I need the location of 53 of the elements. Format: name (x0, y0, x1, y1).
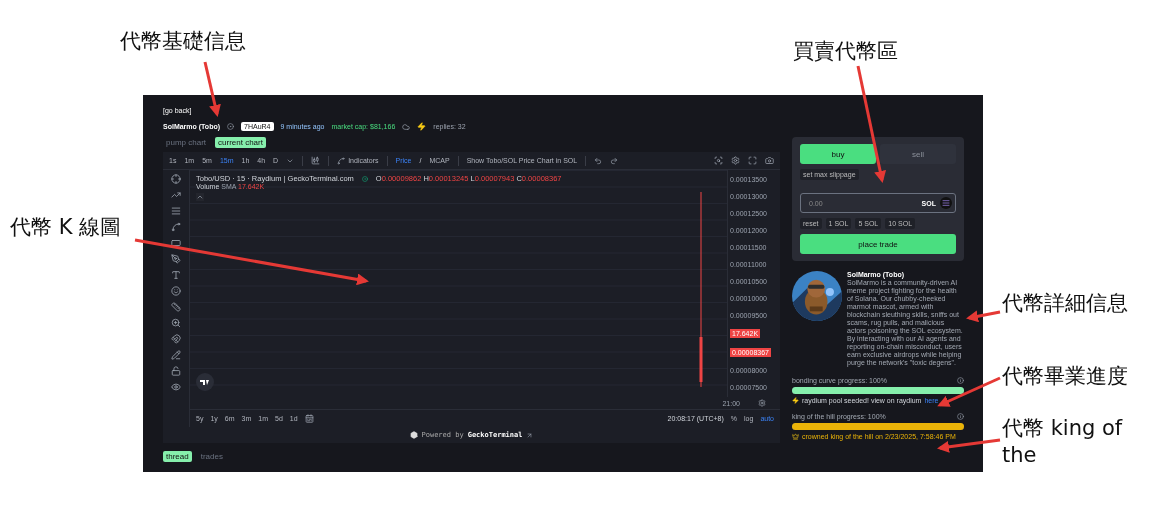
annotation-label: 代幣基礎信息 (120, 28, 246, 55)
thread-tab[interactable]: thread (163, 451, 192, 462)
chart-tab[interactable]: pump chart (163, 137, 210, 148)
pencil-icon[interactable] (171, 350, 181, 360)
solana-logo-icon (940, 197, 952, 209)
crosshair-icon[interactable] (171, 174, 181, 184)
calendar-icon[interactable] (304, 414, 314, 423)
annotation-label: 買賣代幣區 (793, 38, 898, 65)
tradingview-logo-icon (196, 373, 214, 391)
text-tool-icon[interactable] (171, 270, 181, 280)
annotation-arrow (203, 61, 221, 117)
gecko-logo-icon (409, 431, 418, 439)
annotation-label: 代幣詳細信息 (1002, 290, 1128, 317)
magnet-icon[interactable] (171, 334, 181, 344)
trade-side-tab[interactable]: buy (800, 144, 876, 164)
annotation-label: 代幣 king of the (1002, 415, 1124, 470)
unlock-icon[interactable] (171, 366, 181, 376)
annotation-label: 代幣畢業進度 (1002, 363, 1128, 390)
settings-icon[interactable] (758, 399, 766, 407)
external-link-icon[interactable] (526, 431, 534, 439)
trade-side-tab[interactable]: sell (880, 144, 956, 164)
annotation-label: 代幣 K 線圖 (10, 214, 122, 241)
place-trade-button[interactable]: place trade (800, 234, 956, 254)
annotation-arrow (937, 376, 1001, 407)
annotation-arrow (937, 438, 1001, 453)
ruler-icon[interactable] (171, 302, 181, 312)
candlestick-icon[interactable] (311, 156, 321, 165)
info-icon[interactable] (957, 412, 964, 420)
lightning-icon (792, 396, 799, 404)
crown-icon (792, 432, 799, 440)
eye-icon[interactable] (171, 382, 181, 392)
rectangle-icon[interactable] (171, 238, 181, 248)
pattern-icon[interactable] (171, 222, 181, 232)
lightning-icon (417, 122, 427, 131)
collapse-icon[interactable] (196, 193, 204, 201)
trend-line-icon[interactable] (171, 190, 181, 200)
camera-icon[interactable] (765, 156, 774, 165)
pen-icon[interactable] (171, 254, 181, 264)
avatar-icon (227, 123, 235, 130)
status-dot-icon (361, 175, 368, 182)
undo-icon[interactable] (594, 156, 603, 165)
fullscreen-icon[interactable] (748, 156, 757, 165)
search-icon[interactable] (714, 156, 723, 165)
info-icon[interactable] (957, 376, 964, 384)
zoom-in-icon[interactable] (171, 318, 181, 328)
chart-tab[interactable]: current chart (215, 137, 266, 148)
settings-icon[interactable] (731, 156, 740, 165)
thread-tab[interactable]: trades (197, 451, 226, 462)
annotation-arrow (966, 310, 1001, 323)
smile-icon[interactable] (171, 286, 181, 296)
lines-icon[interactable] (171, 206, 181, 216)
redo-icon[interactable] (610, 156, 619, 165)
cloud-icon (402, 122, 411, 131)
